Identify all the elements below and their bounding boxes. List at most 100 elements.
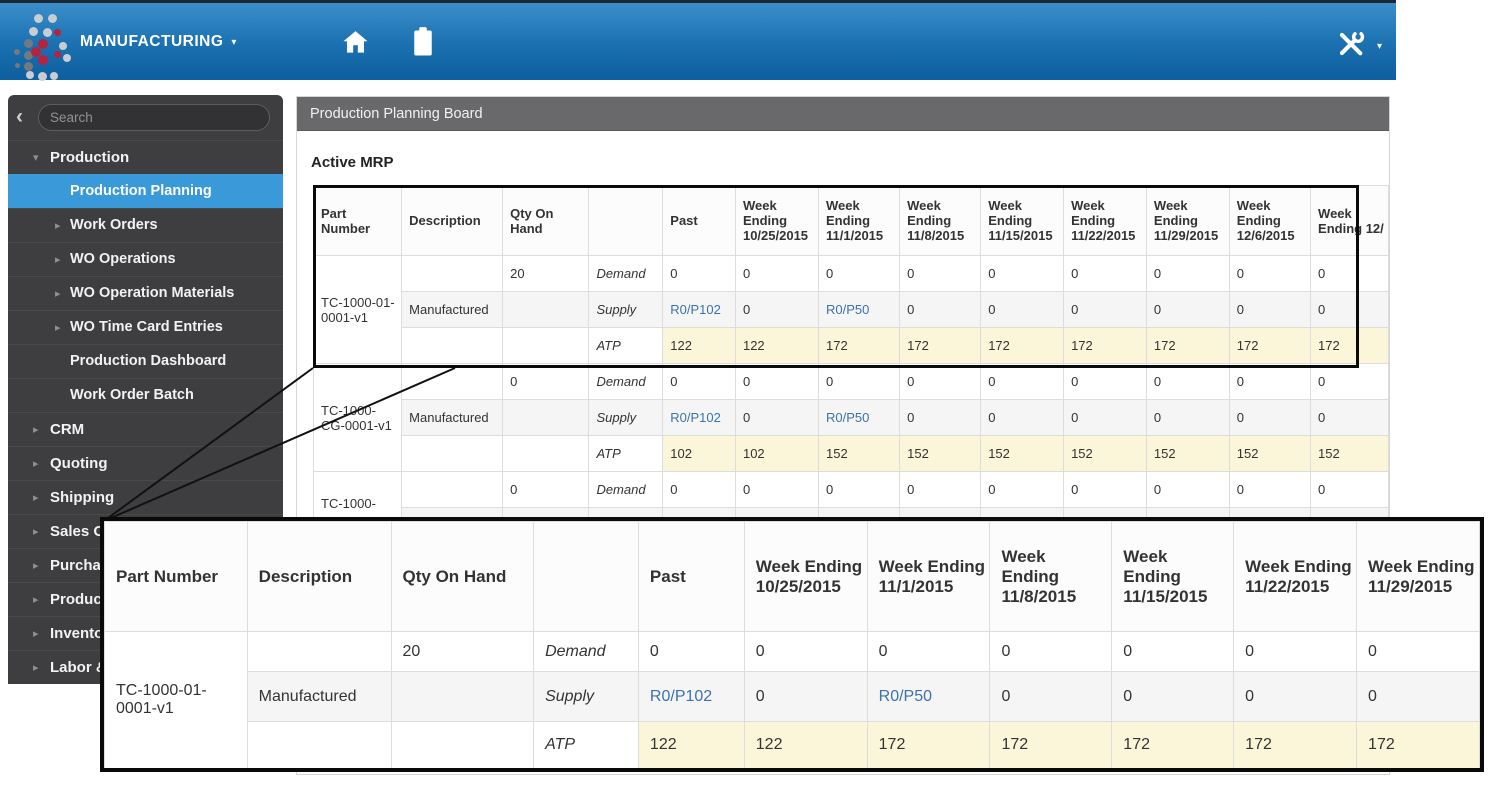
sidebar-item-wo-operations[interactable]: ▸WO Operations [8, 242, 283, 276]
demand-value: 0 [735, 364, 818, 400]
supply-value: 0 [1357, 672, 1480, 722]
demand-value: 0 [663, 364, 736, 400]
atp-value: 152 [1064, 436, 1147, 472]
tools-menu-button[interactable]: ▾ [1334, 28, 1368, 60]
demand-value: 0 [867, 632, 990, 672]
qty-on-hand-cell [503, 292, 589, 328]
home-icon [340, 27, 371, 58]
sidebar-item-shipping[interactable]: ▸Shipping [8, 480, 283, 514]
row-label: ATP [534, 722, 639, 769]
atp-value: 102 [663, 436, 736, 472]
qty-on-hand-cell: 0 [503, 472, 589, 508]
caret-down-icon: ▾ [1377, 41, 1382, 52]
demand-value: 0 [819, 256, 900, 292]
caret-right-icon: ▸ [33, 617, 39, 650]
sidebar-item-label: CRM [50, 421, 84, 438]
logo-dot [14, 49, 20, 55]
app-menu-label: MANUFACTURING [80, 33, 223, 50]
supply-value: 0 [735, 292, 818, 328]
sidebar-item-wo-time-card-entries[interactable]: ▸WO Time Card Entries [8, 310, 283, 344]
home-button[interactable] [340, 27, 371, 58]
sidebar-item-production[interactable]: ▾Production [8, 140, 283, 174]
supply-link[interactable]: R0/P50 [826, 302, 869, 317]
atp-value: 152 [1146, 436, 1229, 472]
column-header: Week Ending 11/22/2015 [1064, 186, 1147, 256]
supply-link: R0/P50 [879, 688, 932, 705]
supply-link[interactable]: R0/P102 [670, 302, 721, 317]
supply-value: 0 [981, 400, 1064, 436]
sidebar-item-label: WO Operation Materials [70, 285, 234, 301]
atp-value: 122 [744, 722, 867, 769]
column-header: Part Number [314, 186, 402, 256]
demand-value: 0 [1229, 364, 1310, 400]
row-label: ATP [589, 328, 663, 364]
demand-value: 0 [1311, 256, 1389, 292]
app-menu-button[interactable]: MANUFACTURING ▾ [80, 3, 237, 80]
part-number-cell: TC-1000-01-0001-v1 [314, 256, 402, 364]
description-cell: Manufactured [402, 400, 503, 436]
atp-value: 172 [867, 722, 990, 769]
logo-dot [54, 51, 61, 58]
column-header: Past [663, 186, 736, 256]
sidebar-item-label: Produc [50, 591, 102, 608]
section-title: Active MRP [311, 154, 394, 171]
part-number-cell: TC-1000-01-0001-v1 [105, 632, 248, 769]
column-header: Qty On Hand [503, 186, 589, 256]
supply-value: R0/P102 [663, 292, 736, 328]
sidebar-item-work-order-batch[interactable]: Work Order Batch [8, 378, 283, 412]
atp-value: 152 [1229, 436, 1310, 472]
demand-value: 0 [1146, 364, 1229, 400]
column-header: Week Ending 12/6/2015 [1229, 186, 1310, 256]
supply-value: 0 [1112, 672, 1234, 722]
supply-value: 0 [1146, 292, 1229, 328]
sidebar-item-crm[interactable]: ▸CRM [8, 412, 283, 446]
demand-value: 0 [990, 632, 1112, 672]
logo-dot [54, 29, 61, 36]
caret-right-icon: ▸ [55, 209, 61, 242]
supply-value: R0/P102 [638, 672, 744, 722]
search-input[interactable] [38, 104, 270, 131]
sidebar-item-label: Purcha [50, 557, 101, 574]
row-label: Supply [534, 672, 639, 722]
sidebar-item-work-orders[interactable]: ▸Work Orders [8, 208, 283, 242]
row-label: Supply [589, 292, 663, 328]
supply-link[interactable]: R0/P102 [670, 410, 721, 425]
logo-dot [24, 39, 33, 48]
logo-dot [38, 55, 48, 65]
clipboard-button[interactable] [408, 25, 438, 58]
supply-link[interactable]: R0/P50 [826, 410, 869, 425]
column-header: Qty On Hand [391, 522, 534, 632]
supply-value: 0 [1146, 400, 1229, 436]
row-label: Demand [589, 364, 663, 400]
sidebar-item-production-planning[interactable]: Production Planning [8, 174, 283, 208]
demand-value: 0 [900, 256, 981, 292]
sidebar-item-label: Production Dashboard [70, 353, 226, 369]
logo-dot [34, 14, 43, 23]
sidebar-item-quoting[interactable]: ▸Quoting [8, 446, 283, 480]
atp-value: 172 [981, 328, 1064, 364]
atp-value: 172 [1112, 722, 1234, 769]
sidebar-collapse-chevron[interactable]: ‹ [16, 104, 23, 130]
caret-down-icon: ▾ [231, 37, 237, 48]
supply-value: 0 [1311, 400, 1389, 436]
column-header: Week Ending 10/25/2015 [744, 522, 867, 632]
demand-value: 0 [1146, 256, 1229, 292]
supply-value: 0 [735, 400, 818, 436]
logo-dot [48, 14, 57, 23]
row-label: ATP [589, 436, 663, 472]
atp-value: 152 [1311, 436, 1389, 472]
demand-value: 0 [819, 472, 900, 508]
sidebar-item-wo-operation-materials[interactable]: ▸WO Operation Materials [8, 276, 283, 310]
demand-value: 0 [663, 472, 736, 508]
demand-value: 0 [1311, 472, 1389, 508]
qty-on-hand-cell: 20 [503, 256, 589, 292]
supply-value: 0 [744, 672, 867, 722]
tools-icon [1334, 28, 1368, 60]
supply-value: 0 [1311, 292, 1389, 328]
description-cell [402, 256, 503, 292]
atp-value: 152 [819, 436, 900, 472]
column-header: Week Ending 12/ [1311, 186, 1389, 256]
qty-on-hand-cell [391, 672, 534, 722]
qty-on-hand-cell: 0 [503, 364, 589, 400]
sidebar-item-production-dashboard[interactable]: Production Dashboard [8, 344, 283, 378]
